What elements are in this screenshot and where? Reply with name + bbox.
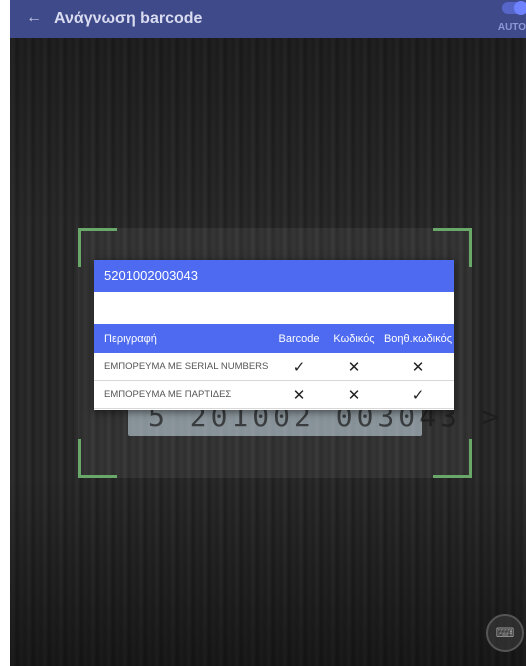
toggle-knob [514, 1, 526, 15]
column-header-barcode: Barcode [272, 324, 326, 353]
barcode-result-dialog: 5201002003043 Περιγραφή Barcode Κωδικός … [94, 260, 454, 410]
cross-icon: ✕ [411, 358, 425, 376]
row-description: ΕΜΠΟΡΕΥΜΑ ΜΕ ΠΑΡΤΙΔΕΣ [94, 380, 272, 409]
keyboard-icon: ⌨ [495, 625, 515, 640]
dialog-blank-row [94, 292, 454, 324]
scan-corner-bottom-right [433, 439, 472, 478]
cross-icon: ✕ [347, 358, 361, 376]
check-icon: ✓ [411, 386, 425, 404]
cross-icon: ✕ [292, 386, 306, 404]
item-types-table: Περιγραφή Barcode Κωδικός Βοηθ.κωδικός Ε… [94, 324, 454, 409]
scanned-code: 5201002003043 [94, 260, 454, 292]
auto-toggle[interactable] [502, 1, 526, 15]
table-row[interactable]: ΕΜΠΟΡΕΥΜΑ ΜΕ SERIAL NUMBERS ✓ ✕ ✕ [94, 353, 454, 381]
camera-screen: ← Ανάγνωση barcode AUTO 5 201002 003043 … [10, 0, 526, 666]
column-header-code: Κωδικός [326, 324, 382, 353]
cross-icon: ✕ [347, 386, 361, 404]
keyboard-button[interactable]: ⌨ [486, 614, 524, 652]
table-row[interactable]: ΕΜΠΟΡΕΥΜΑ ΜΕ ΠΑΡΤΙΔΕΣ ✕ ✕ ✓ [94, 380, 454, 409]
column-header-aux-code: Βοηθ.κωδικός [382, 324, 454, 353]
scan-corner-bottom-left [78, 439, 117, 478]
auto-label: AUTO [497, 22, 526, 33]
arrow-left-icon[interactable]: ← [24, 8, 44, 28]
column-header-description: Περιγραφή [94, 324, 272, 353]
table-header-row: Περιγραφή Barcode Κωδικός Βοηθ.κωδικός [94, 324, 454, 353]
check-icon: ✓ [292, 358, 306, 376]
app-bar: ← Ανάγνωση barcode AUTO [10, 0, 526, 38]
row-description: ΕΜΠΟΡΕΥΜΑ ΜΕ SERIAL NUMBERS [94, 353, 272, 381]
page-title: Ανάγνωση barcode [54, 10, 203, 27]
